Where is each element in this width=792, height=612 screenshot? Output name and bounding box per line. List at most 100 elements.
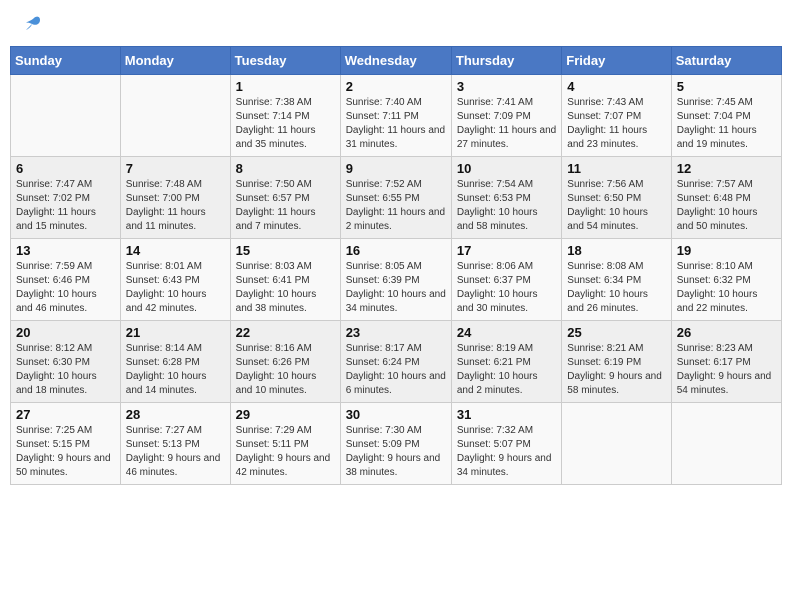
calendar-cell: 21 Sunrise: 8:14 AM Sunset: 6:28 PM Dayli… xyxy=(120,321,230,403)
day-info: Sunrise: 7:45 AM Sunset: 7:04 PM Dayligh… xyxy=(677,96,776,152)
calendar-cell: 13 Sunrise: 7:59 AM Sunset: 6:46 PM Dayli… xyxy=(11,239,121,321)
day-info: Sunrise: 8:08 AM Sunset: 6:34 PM Dayligh… xyxy=(567,260,665,316)
calendar-cell: 8 Sunrise: 7:50 AM Sunset: 6:57 PM Daylig… xyxy=(230,157,340,239)
week-row-4: 20 Sunrise: 8:12 AM Sunset: 6:30 PM Dayli… xyxy=(11,321,782,403)
calendar-cell xyxy=(11,75,121,157)
day-info: Sunrise: 7:27 AM Sunset: 5:13 PM Dayligh… xyxy=(126,424,225,480)
day-info: Sunrise: 8:05 AM Sunset: 6:39 PM Dayligh… xyxy=(346,260,446,316)
calendar-cell xyxy=(671,403,781,485)
calendar-cell: 11Sunrise: 7:56 AM Sunset: 6:50 PM Dayli… xyxy=(562,157,671,239)
day-info: Sunrise: 8:01 AM Sunset: 6:43 PM Dayligh… xyxy=(126,260,225,316)
day-info: Sunrise: 7:29 AM Sunset: 5:11 PM Dayligh… xyxy=(236,424,335,480)
weekday-header-monday: Monday xyxy=(120,47,230,75)
day-number: 9 xyxy=(346,161,446,176)
day-number: 28 xyxy=(126,407,225,422)
day-number: 19 xyxy=(677,243,776,258)
day-number: 29 xyxy=(236,407,335,422)
weekday-header-friday: Friday xyxy=(562,47,671,75)
day-number: 17 xyxy=(457,243,556,258)
calendar-cell: 16 Sunrise: 8:05 AM Sunset: 6:39 PM Dayli… xyxy=(340,239,451,321)
day-info: Sunrise: 8:06 AM Sunset: 6:37 PM Dayligh… xyxy=(457,260,556,316)
day-number: 5 xyxy=(677,79,776,94)
day-info: Sunrise: 8:16 AM Sunset: 6:26 PM Dayligh… xyxy=(236,342,335,398)
day-number: 18 xyxy=(567,243,665,258)
calendar-cell xyxy=(562,403,671,485)
week-row-1: 1Sunrise: 7:38 AM Sunset: 7:14 PM Daylig… xyxy=(11,75,782,157)
calendar-cell: 1Sunrise: 7:38 AM Sunset: 7:14 PM Daylig… xyxy=(230,75,340,157)
day-info: Sunrise: 7:40 AM Sunset: 7:11 PM Dayligh… xyxy=(346,96,446,152)
day-number: 22 xyxy=(236,325,335,340)
calendar-cell: 14 Sunrise: 8:01 AM Sunset: 6:43 PM Dayli… xyxy=(120,239,230,321)
day-number: 12 xyxy=(677,161,776,176)
day-info: Sunrise: 7:54 AM Sunset: 6:53 PM Dayligh… xyxy=(457,178,556,234)
weekday-header-thursday: Thursday xyxy=(451,47,561,75)
calendar-cell: 23 Sunrise: 8:17 AM Sunset: 6:24 PM Dayli… xyxy=(340,321,451,403)
calendar-cell: 10 Sunrise: 7:54 AM Sunset: 6:53 PM Dayli… xyxy=(451,157,561,239)
calendar-cell: 24 Sunrise: 8:19 AM Sunset: 6:21 PM Dayli… xyxy=(451,321,561,403)
day-number: 27 xyxy=(16,407,115,422)
calendar-body: 1Sunrise: 7:38 AM Sunset: 7:14 PM Daylig… xyxy=(11,75,782,485)
weekday-header-sunday: Sunday xyxy=(11,47,121,75)
day-number: 16 xyxy=(346,243,446,258)
day-info: Sunrise: 7:41 AM Sunset: 7:09 PM Dayligh… xyxy=(457,96,556,152)
calendar-cell: 27 Sunrise: 7:25 AM Sunset: 5:15 PM Dayli… xyxy=(11,403,121,485)
day-info: Sunrise: 7:32 AM Sunset: 5:07 PM Dayligh… xyxy=(457,424,556,480)
calendar-cell: 25Sunrise: 8:21 AM Sunset: 6:19 PM Dayli… xyxy=(562,321,671,403)
weekday-header-tuesday: Tuesday xyxy=(230,47,340,75)
calendar-cell: 2 Sunrise: 7:40 AM Sunset: 7:11 PM Daylig… xyxy=(340,75,451,157)
day-info: Sunrise: 8:19 AM Sunset: 6:21 PM Dayligh… xyxy=(457,342,556,398)
day-info: Sunrise: 8:14 AM Sunset: 6:28 PM Dayligh… xyxy=(126,342,225,398)
day-number: 1 xyxy=(236,79,335,94)
day-info: Sunrise: 7:25 AM Sunset: 5:15 PM Dayligh… xyxy=(16,424,115,480)
day-number: 6 xyxy=(16,161,115,176)
weekday-header-wednesday: Wednesday xyxy=(340,47,451,75)
day-info: Sunrise: 7:52 AM Sunset: 6:55 PM Dayligh… xyxy=(346,178,446,234)
calendar-header: SundayMondayTuesdayWednesdayThursdayFrid… xyxy=(11,47,782,75)
day-info: Sunrise: 7:57 AM Sunset: 6:48 PM Dayligh… xyxy=(677,178,776,234)
day-info: Sunrise: 8:17 AM Sunset: 6:24 PM Dayligh… xyxy=(346,342,446,398)
day-number: 21 xyxy=(126,325,225,340)
day-info: Sunrise: 7:43 AM Sunset: 7:07 PM Dayligh… xyxy=(567,96,665,152)
day-info: Sunrise: 8:23 AM Sunset: 6:17 PM Dayligh… xyxy=(677,342,776,398)
day-number: 14 xyxy=(126,243,225,258)
day-number: 20 xyxy=(16,325,115,340)
calendar-cell: 12 Sunrise: 7:57 AM Sunset: 6:48 PM Dayli… xyxy=(671,157,781,239)
day-number: 10 xyxy=(457,161,556,176)
day-info: Sunrise: 7:30 AM Sunset: 5:09 PM Dayligh… xyxy=(346,424,446,480)
day-number: 2 xyxy=(346,79,446,94)
day-number: 31 xyxy=(457,407,556,422)
calendar-cell: 15Sunrise: 8:03 AM Sunset: 6:41 PM Dayli… xyxy=(230,239,340,321)
page-header xyxy=(10,10,782,38)
calendar-cell: 6Sunrise: 7:47 AM Sunset: 7:02 PM Daylig… xyxy=(11,157,121,239)
day-number: 24 xyxy=(457,325,556,340)
calendar-cell: 31 Sunrise: 7:32 AM Sunset: 5:07 PM Dayli… xyxy=(451,403,561,485)
calendar-cell: 20 Sunrise: 8:12 AM Sunset: 6:30 PM Dayli… xyxy=(11,321,121,403)
calendar-table: SundayMondayTuesdayWednesdayThursdayFrid… xyxy=(10,46,782,485)
calendar-cell xyxy=(120,75,230,157)
logo-bird-icon xyxy=(20,14,42,34)
day-info: Sunrise: 7:56 AM Sunset: 6:50 PM Dayligh… xyxy=(567,178,665,234)
calendar-cell: 3Sunrise: 7:41 AM Sunset: 7:09 PM Daylig… xyxy=(451,75,561,157)
day-number: 26 xyxy=(677,325,776,340)
day-number: 30 xyxy=(346,407,446,422)
day-number: 4 xyxy=(567,79,665,94)
calendar-cell: 9 Sunrise: 7:52 AM Sunset: 6:55 PM Daylig… xyxy=(340,157,451,239)
day-info: Sunrise: 8:12 AM Sunset: 6:30 PM Dayligh… xyxy=(16,342,115,398)
weekday-header-row: SundayMondayTuesdayWednesdayThursdayFrid… xyxy=(11,47,782,75)
calendar-cell: 18 Sunrise: 8:08 AM Sunset: 6:34 PM Dayli… xyxy=(562,239,671,321)
day-number: 7 xyxy=(126,161,225,176)
day-info: Sunrise: 7:59 AM Sunset: 6:46 PM Dayligh… xyxy=(16,260,115,316)
weekday-header-saturday: Saturday xyxy=(671,47,781,75)
day-number: 13 xyxy=(16,243,115,258)
week-row-5: 27 Sunrise: 7:25 AM Sunset: 5:15 PM Dayli… xyxy=(11,403,782,485)
day-info: Sunrise: 8:21 AM Sunset: 6:19 PM Dayligh… xyxy=(567,342,665,398)
calendar-cell: 28 Sunrise: 7:27 AM Sunset: 5:13 PM Dayli… xyxy=(120,403,230,485)
calendar-cell: 26 Sunrise: 8:23 AM Sunset: 6:17 PM Dayli… xyxy=(671,321,781,403)
day-info: Sunrise: 7:50 AM Sunset: 6:57 PM Dayligh… xyxy=(236,178,335,234)
day-number: 23 xyxy=(346,325,446,340)
day-number: 15 xyxy=(236,243,335,258)
calendar-cell: 7Sunrise: 7:48 AM Sunset: 7:00 PM Daylig… xyxy=(120,157,230,239)
day-number: 8 xyxy=(236,161,335,176)
calendar-cell: 30 Sunrise: 7:30 AM Sunset: 5:09 PM Dayli… xyxy=(340,403,451,485)
week-row-3: 13 Sunrise: 7:59 AM Sunset: 6:46 PM Dayli… xyxy=(11,239,782,321)
